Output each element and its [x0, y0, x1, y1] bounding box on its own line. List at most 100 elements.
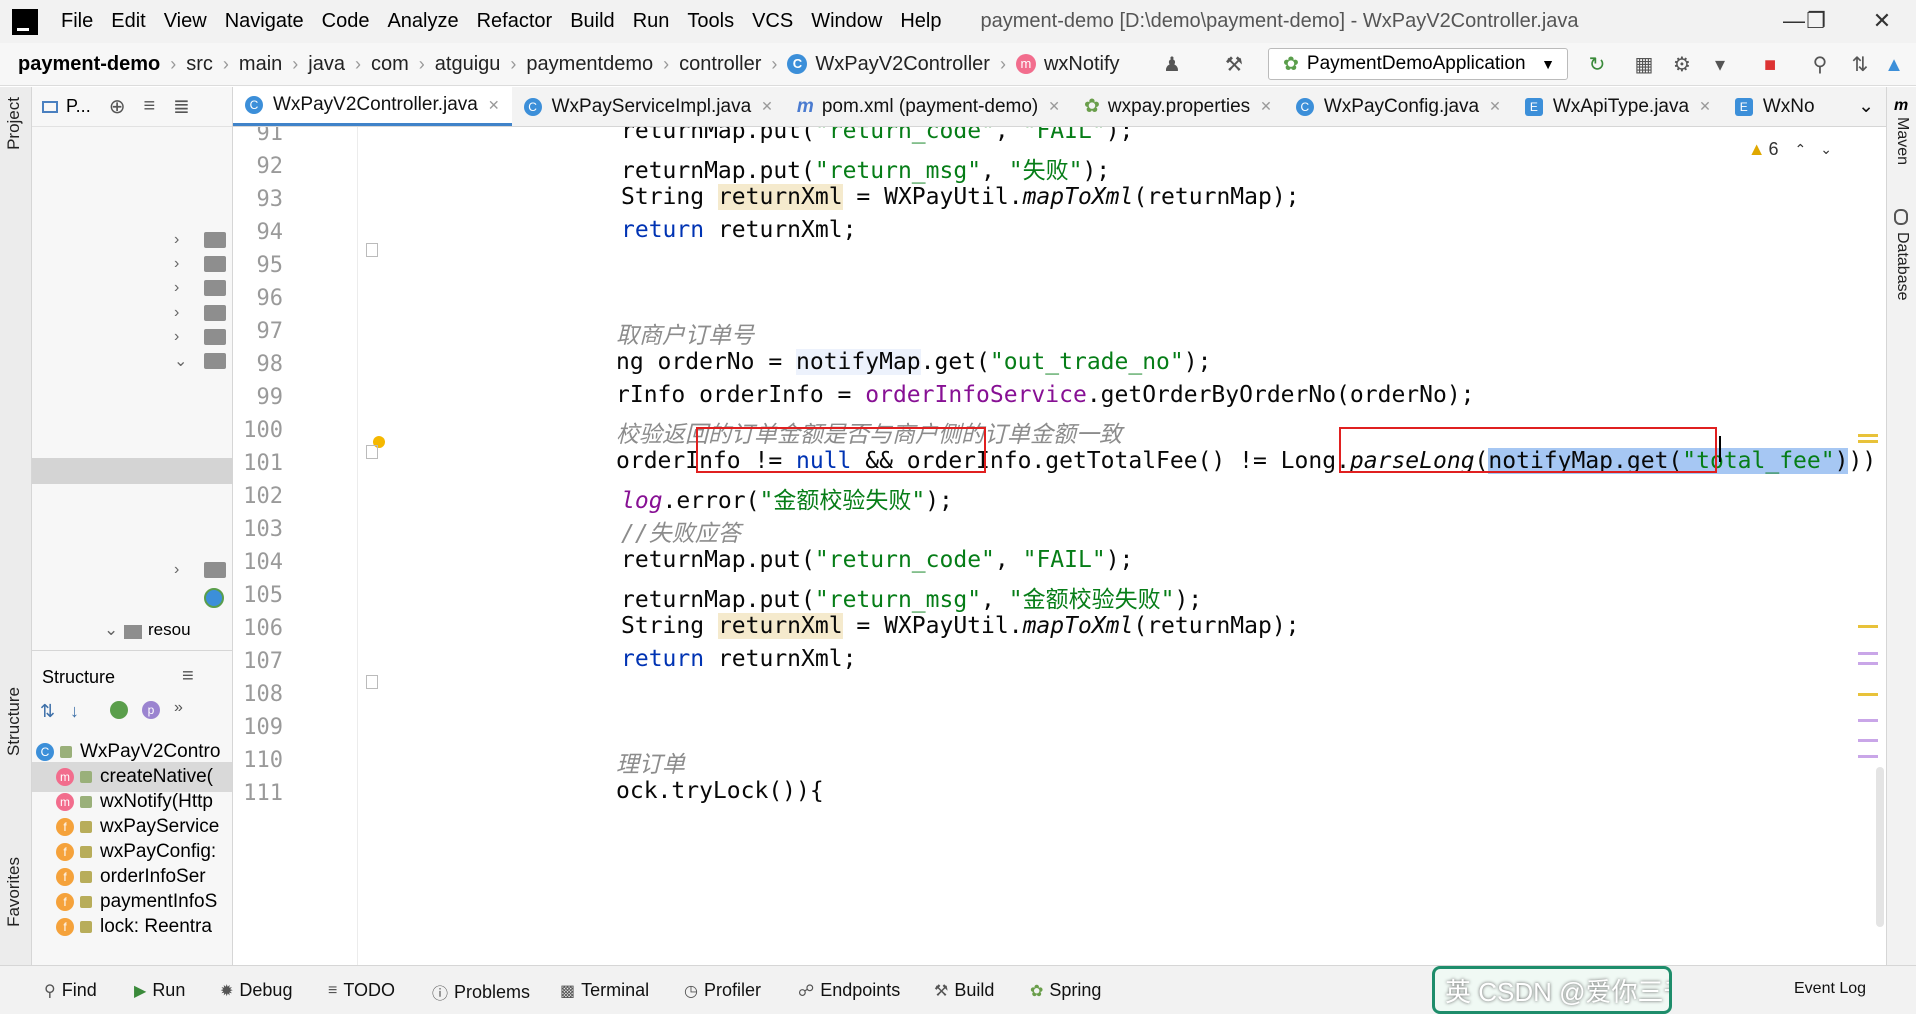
breadcrumb-paymentdemo[interactable]: paymentdemo	[526, 53, 653, 76]
tool-terminal[interactable]: ▩ Terminal	[560, 980, 649, 1001]
menu-help[interactable]: Help	[891, 10, 950, 33]
close-tab-icon[interactable]: ✕	[488, 97, 500, 114]
more-run-icon[interactable]: ▾	[1708, 53, 1732, 77]
close-tab-icon[interactable]: ✕	[1260, 98, 1272, 115]
tool-run[interactable]: ▶ Run	[134, 980, 185, 1001]
menu-refactor[interactable]: Refactor	[468, 10, 562, 33]
code-line-94[interactable]: return returnXml;	[621, 217, 856, 243]
structure-options-icon[interactable]: ≡	[182, 665, 194, 688]
menu-file[interactable]: File	[52, 10, 102, 33]
fold-marker-icon[interactable]	[366, 675, 378, 689]
tool-todo[interactable]: ≡ TODO	[328, 980, 395, 1001]
tree-class-row[interactable]	[32, 583, 233, 613]
code-line-107[interactable]: return returnXml;	[621, 646, 856, 672]
breadcrumb-controller[interactable]: controller	[679, 53, 761, 76]
code-line-110[interactable]: 理订单	[616, 745, 685, 779]
tree-selected-row[interactable]	[32, 458, 233, 484]
tab-wxno[interactable]: E WxNo	[1723, 87, 1827, 126]
scrollbar-thumb[interactable]	[1876, 767, 1884, 927]
stop-icon[interactable]: ■	[1758, 53, 1782, 77]
menu-vcs[interactable]: VCS	[743, 10, 802, 33]
chevron-right-icon[interactable]: ›	[174, 304, 179, 322]
menu-window[interactable]: Window	[802, 10, 891, 33]
structure-tool-tab[interactable]: Structure	[4, 687, 24, 756]
ide-features-icon[interactable]: ▲	[1882, 53, 1906, 77]
scrollbar-usage-mark[interactable]	[1858, 755, 1878, 758]
code-line-91[interactable]: returnMap.put("return_code", "FAIL");	[621, 127, 1133, 144]
code-line-93[interactable]: String returnXml = WXPayUtil.mapToXml(re…	[621, 184, 1300, 210]
breadcrumb-project[interactable]: payment-demo	[18, 53, 160, 76]
show-inherited-icon[interactable]	[110, 701, 128, 719]
sort-visibility-icon[interactable]: ↓	[70, 701, 79, 722]
code-editor[interactable]: 91 92 93 94 95 96 97 98 99 100 101 102 1…	[233, 127, 1886, 965]
menu-view[interactable]: View	[155, 10, 216, 33]
run-configuration-select[interactable]: ✿ PaymentDemoApplication ▼	[1268, 48, 1568, 80]
menu-run[interactable]: Run	[624, 10, 679, 33]
scrollbar-warning-mark[interactable]	[1858, 440, 1878, 443]
search-icon[interactable]: ⚲	[1808, 53, 1832, 77]
code-line-99[interactable]: rInfo orderInfo = orderInfoService.getOr…	[616, 382, 1475, 408]
menu-build[interactable]: Build	[561, 10, 623, 33]
menu-navigate[interactable]: Navigate	[216, 10, 313, 33]
breadcrumb-com[interactable]: com	[371, 53, 409, 76]
menu-tools[interactable]: Tools	[678, 10, 743, 33]
close-tab-icon[interactable]: ✕	[761, 98, 773, 115]
close-tab-icon[interactable]: ✕	[1699, 98, 1711, 115]
inspection-widget[interactable]: ▲ 6 ⌃ ⌄	[1748, 139, 1832, 160]
tabs-overflow[interactable]: ⌄	[1846, 87, 1886, 126]
chevron-right-icon[interactable]: ›	[174, 328, 179, 346]
chevron-right-icon[interactable]: ›	[174, 255, 179, 273]
tab-wxpayv2controller[interactable]: C WxPayV2Controller.java ✕	[233, 87, 512, 126]
code-line-105[interactable]: returnMap.put("return_msg", "金额校验失败");	[621, 580, 1202, 614]
code-line-106[interactable]: String returnXml = WXPayUtil.mapToXml(re…	[621, 613, 1300, 639]
tree-folder-row[interactable]: ⌄	[32, 346, 233, 376]
breadcrumb-class[interactable]: C WxPayV2Controller	[787, 53, 990, 76]
scrollbar-warning-mark[interactable]	[1858, 693, 1878, 696]
code-line-98[interactable]: ng orderNo = notifyMap.get("out_trade_no…	[616, 349, 1211, 375]
scrollbar-usage-mark[interactable]	[1858, 719, 1878, 722]
tool-event-log[interactable]: Event Log	[1794, 980, 1866, 998]
menu-code[interactable]: Code	[313, 10, 379, 33]
tree-resources-row[interactable]: ⌄ resou	[32, 615, 233, 645]
chevron-right-icon[interactable]: ›	[174, 231, 179, 249]
menu-analyze[interactable]: Analyze	[378, 10, 467, 33]
tool-find[interactable]: ⚲ Find	[44, 980, 97, 1001]
code-line-102[interactable]: log.error("金额校验失败");	[621, 481, 953, 515]
menu-edit[interactable]: Edit	[102, 10, 154, 33]
chevron-down-icon[interactable]: ⌄	[1858, 95, 1874, 118]
coverage-icon[interactable]: ▦	[1632, 53, 1656, 77]
rerun-icon[interactable]: ↻	[1585, 53, 1609, 77]
tab-wxpayserviceimpl[interactable]: C WxPayServiceImpl.java ✕	[512, 87, 785, 126]
sort-alpha-icon[interactable]: ⇅	[40, 701, 55, 722]
tool-debug[interactable]: ✹ Debug	[220, 980, 292, 1001]
chevron-down-icon[interactable]: ⌄	[1820, 141, 1832, 158]
database-tool-tab[interactable]: Database	[1893, 232, 1911, 301]
code-line-104[interactable]: returnMap.put("return_code", "FAIL");	[621, 547, 1133, 573]
scrollbar-warning-mark[interactable]	[1858, 434, 1878, 437]
tool-spring[interactable]: ✿ Spring	[1030, 980, 1101, 1001]
breadcrumb-atguigu[interactable]: atguigu	[435, 53, 501, 76]
code-line-97[interactable]: 取商户订单号	[616, 316, 754, 350]
locate-icon[interactable]: ⊕	[109, 94, 126, 119]
tab-pom-xml[interactable]: m pom.xml (payment-demo) ✕	[785, 87, 1072, 126]
scrollbar-usage-mark[interactable]	[1858, 652, 1878, 655]
tool-profiler[interactable]: ◷ Profiler	[684, 980, 761, 1001]
chevron-up-icon[interactable]: ⌃	[1795, 141, 1807, 158]
chevron-down-icon[interactable]: ⌄	[174, 351, 187, 371]
maximize-icon[interactable]: ❐	[1796, 6, 1836, 36]
project-view-select[interactable]: P...	[66, 96, 91, 117]
tool-problems[interactable]: ⓘ Problems	[432, 980, 530, 1004]
hammer-icon[interactable]: ⚒	[1222, 53, 1246, 77]
chevron-down-icon[interactable]: ⌄	[104, 620, 118, 640]
breadcrumb-src[interactable]: src	[186, 53, 213, 76]
breadcrumb-java[interactable]: java	[308, 53, 345, 76]
tool-endpoints[interactable]: ☍ Endpoints	[798, 980, 900, 1001]
user-icon[interactable]: ♟	[1160, 53, 1184, 77]
tool-build[interactable]: ⚒ Build	[934, 980, 994, 1001]
expand-all-icon[interactable]: ≣	[173, 94, 190, 119]
close-tab-icon[interactable]: ✕	[1048, 98, 1060, 115]
breadcrumb-main[interactable]: main	[239, 53, 282, 76]
tab-wxapitype[interactable]: E WxApiType.java ✕	[1513, 87, 1723, 126]
tab-wxpay-properties[interactable]: ✿ wxpay.properties ✕	[1072, 87, 1284, 126]
breadcrumb-method[interactable]: m wxNotify	[1015, 53, 1120, 76]
